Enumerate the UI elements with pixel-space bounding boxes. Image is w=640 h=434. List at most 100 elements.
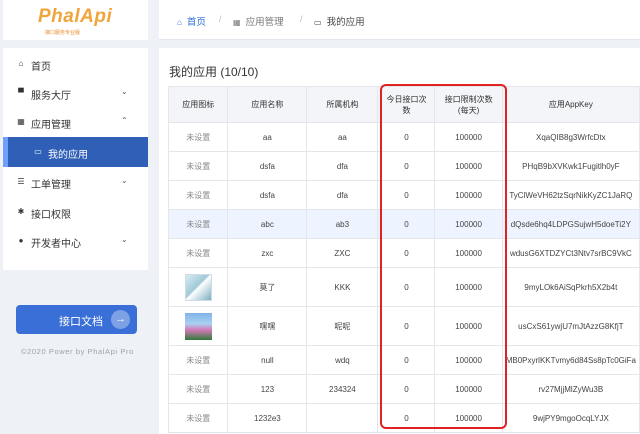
appkey-cell: TyClWeVH62tzSqrNikKyZC1JaRQ — [501, 180, 640, 210]
limit-cell: 100000 — [434, 374, 503, 404]
app-org-cell: 234324 — [306, 374, 379, 404]
app-icon-cell: 未设置 — [167, 122, 229, 152]
app-org-cell: dfa — [306, 180, 379, 210]
table-row[interactable]: 未设置 dsfa dfa 0 100000 TyClWeVH62tzSqrNik… — [167, 180, 640, 210]
sidebar-item-app-management[interactable]: ▦ 应用管理 ⌃ — [3, 107, 148, 137]
appkey-cell: MB0PxyrlKKTvmy6d84Ss8pTc0GiFa — [501, 345, 640, 375]
home-icon: ⌂ — [18, 59, 24, 68]
appkey-cell: 9myLOk6AiSqPkrh5X2b4t — [501, 267, 640, 307]
table-row[interactable]: 莫了 KKK 0 100000 9myLOk6AiSqPkrh5X2b4t — [167, 267, 640, 307]
app-icon-cell: 未设置 — [167, 151, 229, 181]
chevron-down-icon: ⌄ — [121, 87, 128, 96]
main-content: 我的应用 (10/10) 应用图标 应用名称 所属机构 今日接口次数 接口限制次… — [159, 48, 640, 434]
sidebar-item-api-permission[interactable]: ✱ 接口权限 — [3, 197, 148, 227]
api-docs-label: 接口文档 — [59, 316, 103, 328]
sidebar-menu: ⌂ 首页 ▀ 服务大厅 ⌄ ▦ 应用管理 ⌃ ▭ 我的应用 ☰ 工单管理 ⌄ ✱… — [3, 48, 148, 270]
appkey-cell: usCxS61ywjU7mJtAzzG8KfjT — [501, 306, 640, 346]
copyright: ©2020 Power by PhalApi Pro — [21, 347, 134, 356]
gear-icon: ✱ — [17, 207, 25, 216]
app-icon-cell: 未设置 — [167, 374, 229, 404]
sidebar-item-service-hall[interactable]: ▀ 服务大厅 ⌄ — [3, 78, 148, 108]
cart-icon: ▀ — [18, 88, 24, 97]
table-row[interactable]: 未设置 aa aa 0 100000 XqaQIB8g3WrfcDtx — [167, 122, 640, 152]
table-row[interactable]: 未设置 abc ab3 0 100000 dQsde6hq4LDPGSujwH5… — [167, 209, 640, 239]
sidebar-item-my-apps[interactable]: ▭ 我的应用 — [3, 137, 148, 167]
column-header-org: 所属机构 — [306, 86, 379, 123]
app-org-cell: aa — [306, 122, 379, 152]
appkey-cell: dQsde6hq4LDPGSujwH5doeTi2Y — [501, 209, 640, 239]
today-calls-cell: 0 — [377, 267, 436, 307]
breadcrumb-my-apps: ▭ 我的应用 — [314, 17, 365, 28]
table-row[interactable]: 未设置 null wdq 0 100000 MB0PxyrlKKTvmy6d84… — [167, 345, 640, 375]
appkey-cell: rv27MjjMlZyWu3B — [501, 374, 640, 404]
list-icon: ☰ — [17, 177, 25, 186]
breadcrumb-app-management[interactable]: ▦ 应用管理 — [233, 14, 284, 28]
sidebar-item-label: 首页 — [31, 62, 51, 73]
limit-cell: 100000 — [434, 180, 503, 210]
app-icon-cell — [167, 306, 229, 346]
app-org-cell: ab3 — [306, 209, 379, 239]
breadcrumb-home[interactable]: ⌂ 首页 — [177, 14, 206, 28]
appkey-cell: PHqB9bXVKwk1Fugitlh0yF — [501, 151, 640, 181]
limit-cell: 100000 — [434, 151, 503, 181]
grid-icon: ▦ — [17, 117, 25, 126]
app-name-cell: 嘿嘿 — [227, 306, 308, 346]
app-icon-cell: 未设置 — [167, 345, 229, 375]
app-icon-cell: 未设置 — [167, 403, 229, 433]
today-calls-cell: 0 — [377, 306, 436, 346]
chevron-down-icon: ⌄ — [121, 235, 128, 244]
apps-table: 应用图标 应用名称 所属机构 今日接口次数 接口限制次数 (每天) 应用AppKe… — [167, 86, 640, 433]
column-header-appkey: 应用AppKey — [501, 86, 640, 123]
today-calls-cell: 0 — [377, 180, 436, 210]
app-icon-cell: 未设置 — [167, 238, 229, 268]
chevron-down-icon: ⌄ — [121, 176, 128, 185]
app-org-cell — [306, 403, 379, 433]
breadcrumb-separator: / — [300, 14, 303, 24]
sidebar-item-ticket-management[interactable]: ☰ 工单管理 ⌄ — [3, 167, 148, 197]
sidebar-item-label: 开发者中心 — [31, 239, 81, 250]
app-org-cell: dfa — [306, 151, 379, 181]
table-row[interactable]: 未设置 dsfa dfa 0 100000 PHqB9bXVKwk1Fugitl… — [167, 151, 640, 181]
breadcrumb: ⌂ 首页 / ▦ 应用管理 / ▭ 我的应用 — [159, 0, 640, 40]
limit-cell: 100000 — [434, 267, 503, 307]
sidebar-item-home[interactable]: ⌂ 首页 — [3, 49, 148, 79]
app-name-cell: aa — [227, 122, 308, 152]
app-org-cell: 呢呢 — [306, 306, 379, 346]
app-icon-cell: 未设置 — [167, 180, 229, 210]
table-header: 应用图标 应用名称 所属机构 今日接口次数 接口限制次数 (每天) 应用AppKe… — [167, 86, 640, 123]
logo[interactable]: PhalApi 接口服务专业版 — [3, 0, 148, 40]
sidebar-item-label: 接口权限 — [31, 210, 71, 221]
app-icon-cell: 未设置 — [167, 209, 229, 239]
app-name-cell: 123 — [227, 374, 308, 404]
app-icon-cell — [167, 267, 229, 307]
home-icon: ⌂ — [177, 18, 182, 27]
app-org-cell: ZXC — [306, 238, 379, 268]
api-docs-button[interactable]: 接口文档 → — [16, 305, 137, 334]
sidebar-item-developer-center[interactable]: ● 开发者中心 ⌄ — [3, 226, 148, 256]
sidebar-item-label: 应用管理 — [31, 120, 71, 131]
app-name-cell: abc — [227, 209, 308, 239]
app-name-cell: null — [227, 345, 308, 375]
table-row[interactable]: 未设置 zxc ZXC 0 100000 wdusG6XTDZYCt3Ntv7s… — [167, 238, 640, 268]
today-calls-cell: 0 — [377, 374, 436, 404]
sidebar: PhalApi 接口服务专业版 ⌂ 首页 ▀ 服务大厅 ⌄ ▦ 应用管理 ⌃ ▭… — [0, 0, 159, 434]
app-name-cell: zxc — [227, 238, 308, 268]
column-header-limit: 接口限制次数 (每天) — [434, 86, 503, 123]
app-name-cell: dsfa — [227, 151, 308, 181]
sidebar-item-label: 工单管理 — [31, 180, 71, 191]
column-header-today-calls: 今日接口次数 — [377, 86, 436, 123]
limit-cell: 100000 — [434, 345, 503, 375]
appkey-cell: 9wjPY9mgoOcqLYJX — [501, 403, 640, 433]
app-name-cell: dsfa — [227, 180, 308, 210]
table-row[interactable]: 嘿嘿 呢呢 0 100000 usCxS61ywjU7mJtAzzG8KfjT — [167, 306, 640, 346]
today-calls-cell: 0 — [377, 403, 436, 433]
app-org-cell: wdq — [306, 345, 379, 375]
page-title: 我的应用 (10/10) — [169, 65, 259, 79]
table-row[interactable]: 未设置 123 234324 0 100000 rv27MjjMlZyWu3B — [167, 374, 640, 404]
today-calls-cell: 0 — [377, 238, 436, 268]
limit-cell: 100000 — [434, 238, 503, 268]
sidebar-item-label: 我的应用 — [48, 150, 88, 161]
table-row[interactable]: 未设置 1232e3 0 100000 9wjPY9mgoOcqLYJX — [167, 403, 640, 433]
limit-cell: 100000 — [434, 209, 503, 239]
column-header-icon: 应用图标 — [167, 86, 229, 123]
